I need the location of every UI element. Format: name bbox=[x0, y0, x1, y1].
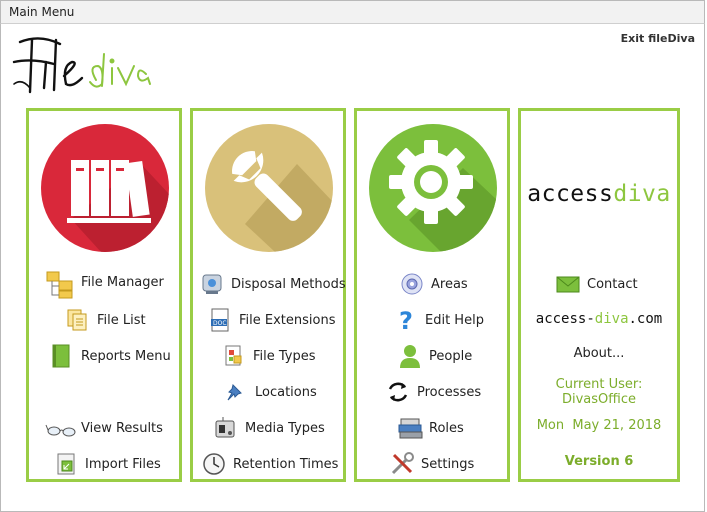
brand-green-text: diva bbox=[613, 181, 671, 207]
file-list-label: File List bbox=[97, 312, 146, 328]
window-titlebar: Main Menu bbox=[0, 0, 705, 24]
reports-menu-button[interactable]: Reports Menu bbox=[49, 343, 171, 369]
contact-label: Contact bbox=[587, 276, 638, 292]
areas-label: Areas bbox=[431, 276, 468, 292]
clock-icon bbox=[201, 451, 227, 477]
file-manager-label: File Manager bbox=[81, 274, 164, 290]
exit-filediva-link[interactable]: Exit fileDiva bbox=[621, 32, 695, 45]
import-icon bbox=[53, 451, 79, 477]
current-user-value: DivasOffice bbox=[561, 392, 636, 407]
view-results-button[interactable]: View Results bbox=[45, 415, 163, 441]
tools-icon bbox=[389, 451, 415, 477]
info-panel: accessdiva Contact access-diva.com About… bbox=[518, 108, 680, 482]
folder-tree-icon bbox=[45, 269, 73, 299]
processes-button[interactable]: Processes bbox=[385, 379, 481, 405]
settings-button[interactable]: Settings bbox=[389, 451, 474, 477]
file-extensions-button[interactable]: DOC File Extensions bbox=[207, 307, 335, 333]
window-title: Main Menu bbox=[9, 5, 75, 19]
filediva-logo bbox=[12, 37, 151, 94]
disposal-methods-button[interactable]: Disposal Methods bbox=[199, 271, 346, 297]
help-question-icon: ? bbox=[393, 307, 419, 335]
file-types-label: File Types bbox=[253, 348, 316, 364]
green-book-icon bbox=[49, 343, 75, 369]
people-button[interactable]: People bbox=[397, 343, 472, 369]
binders-circle-icon[interactable] bbox=[41, 124, 169, 252]
roles-label: Roles bbox=[429, 420, 464, 436]
svg-text:?: ? bbox=[399, 307, 413, 333]
gear-circle-icon[interactable] bbox=[369, 124, 497, 252]
processes-label: Processes bbox=[417, 384, 482, 400]
site-dark-text: access- bbox=[535, 311, 595, 327]
glasses-icon bbox=[45, 415, 76, 441]
wrench-circle-icon[interactable] bbox=[205, 124, 333, 252]
edit-help-button[interactable]: ? Edit Help bbox=[393, 307, 484, 335]
media-types-button[interactable]: Media Types bbox=[213, 415, 325, 441]
envelope-icon bbox=[555, 271, 581, 297]
contact-button[interactable]: Contact bbox=[555, 271, 638, 297]
file-types-icon bbox=[221, 343, 247, 369]
retention-times-button[interactable]: Retention Times bbox=[201, 451, 338, 477]
accessdiva-logo: accessdiva bbox=[527, 181, 671, 207]
version-label: Version 6 bbox=[564, 454, 634, 469]
current-date: Mon May 21, 2018 bbox=[536, 418, 662, 433]
files-panel: File Manager File List Reports Menu View… bbox=[26, 108, 182, 482]
file-list-button[interactable]: File List bbox=[65, 307, 146, 333]
about-link[interactable]: About... bbox=[521, 346, 677, 361]
retention-times-label: Retention Times bbox=[233, 456, 339, 472]
doc-file-icon: DOC bbox=[207, 307, 233, 333]
import-files-label: Import Files bbox=[85, 456, 161, 472]
media-drive-icon bbox=[213, 415, 239, 441]
file-manager-button[interactable]: File Manager bbox=[45, 269, 164, 299]
pushpin-icon bbox=[223, 379, 249, 405]
current-user-label: Current User: bbox=[555, 377, 643, 392]
file-extensions-label: File Extensions bbox=[239, 312, 336, 328]
site-end-text: .com bbox=[628, 311, 663, 327]
roles-button[interactable]: Roles bbox=[397, 415, 464, 441]
media-types-label: Media Types bbox=[245, 420, 325, 436]
view-results-label: View Results bbox=[81, 420, 163, 436]
access-diva-website-link[interactable]: access-diva.com bbox=[521, 311, 677, 327]
locations-label: Locations bbox=[255, 384, 317, 400]
disposal-methods-label: Disposal Methods bbox=[231, 276, 346, 292]
edit-help-label: Edit Help bbox=[425, 312, 484, 328]
site-green-text: diva bbox=[594, 311, 629, 327]
areas-disc-icon bbox=[399, 271, 425, 297]
admin-panel: Areas ? Edit Help People Processes Roles… bbox=[354, 108, 510, 482]
people-label: People bbox=[429, 348, 473, 364]
locations-button[interactable]: Locations bbox=[223, 379, 317, 405]
file-list-icon bbox=[65, 307, 91, 333]
file-types-button[interactable]: File Types bbox=[221, 343, 316, 369]
svg-text:DOC: DOC bbox=[213, 320, 227, 327]
reports-menu-label: Reports Menu bbox=[81, 348, 171, 364]
configuration-panel: Disposal Methods DOC File Extensions Fil… bbox=[190, 108, 346, 482]
import-files-button[interactable]: Import Files bbox=[53, 451, 161, 477]
settings-label: Settings bbox=[421, 456, 475, 472]
disposal-icon bbox=[199, 271, 225, 297]
stacked-roles-icon bbox=[397, 415, 423, 441]
brand-dark-text: access bbox=[527, 181, 614, 207]
refresh-cycle-icon bbox=[385, 379, 411, 405]
person-icon bbox=[397, 343, 423, 369]
areas-button[interactable]: Areas bbox=[399, 271, 468, 297]
